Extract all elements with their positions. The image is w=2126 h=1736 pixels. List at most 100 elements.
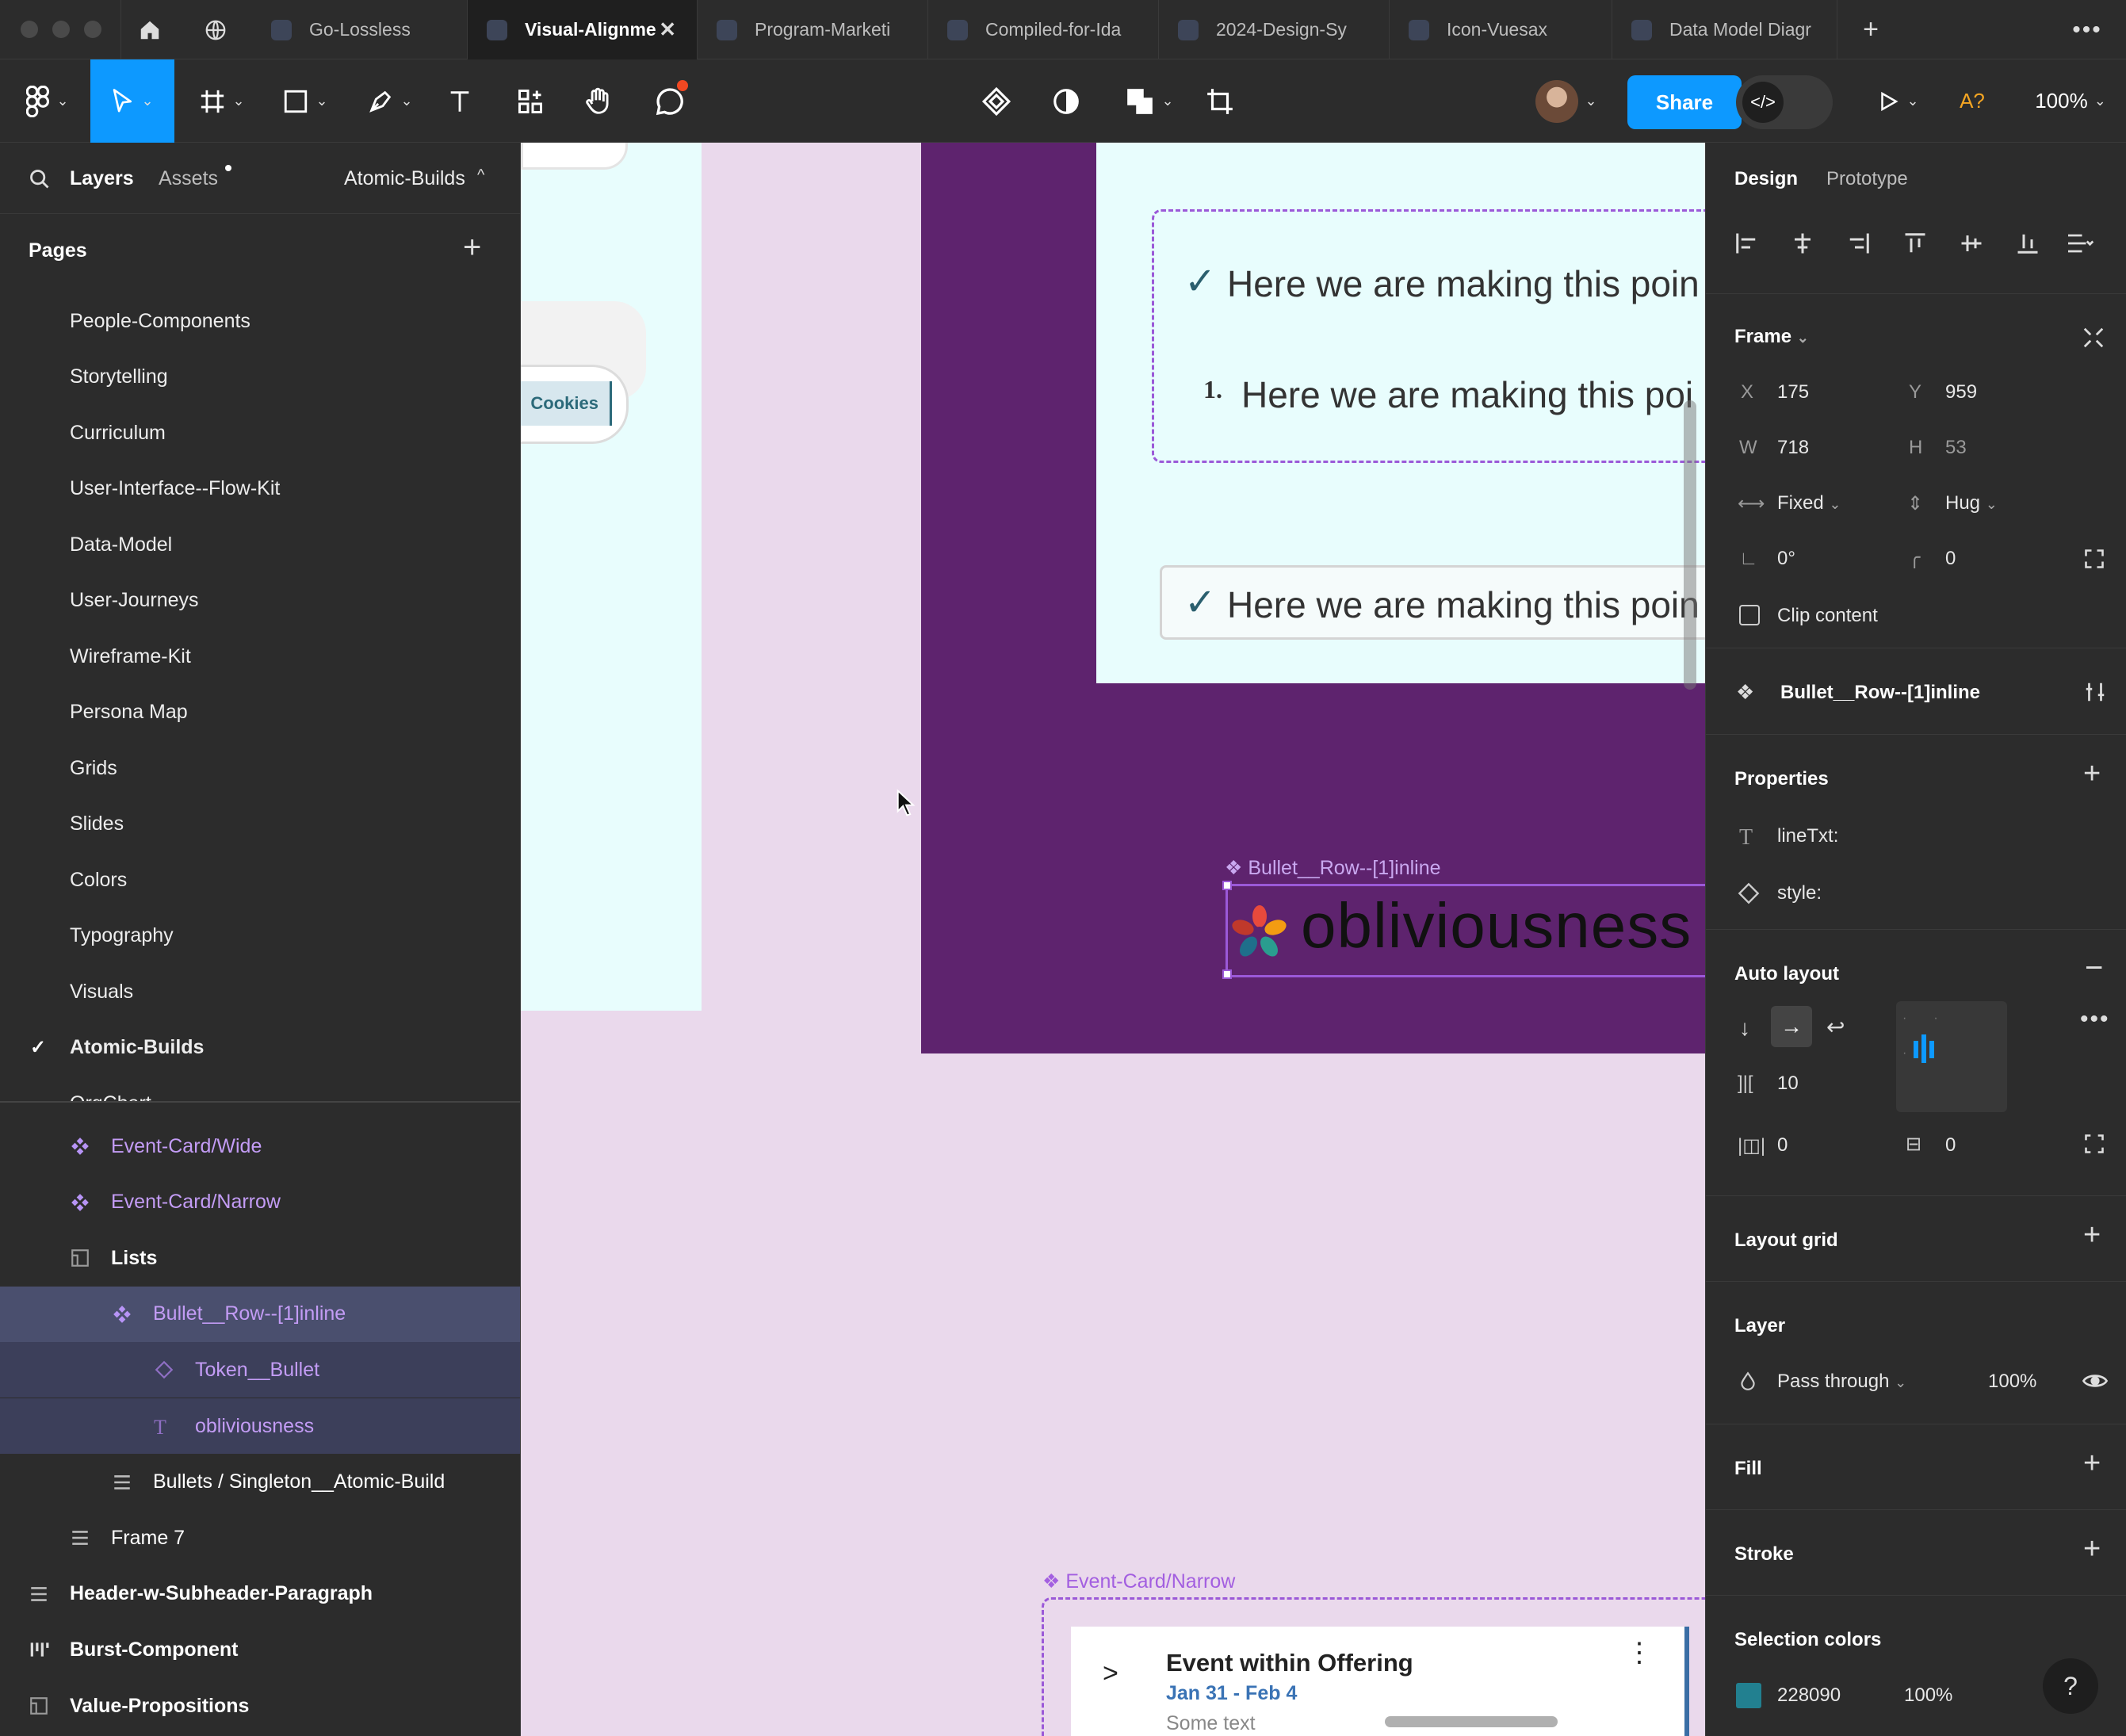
layer-item[interactable]: Bullets / Singleton__Atomic-Build	[0, 1455, 520, 1510]
independent-corners-icon[interactable]	[2083, 548, 2105, 570]
layer-item[interactable]: Burst-Component	[0, 1622, 520, 1677]
layer-opacity-input[interactable]: 100%	[1988, 1371, 2036, 1393]
page-item[interactable]: Data-Model	[0, 517, 520, 572]
tab-prototype[interactable]: Prototype	[1826, 168, 1908, 190]
shape-tool-button[interactable]: ⌄	[273, 59, 337, 143]
align-right-icon[interactable]	[1847, 231, 1871, 255]
chevron-right-icon[interactable]: >	[1103, 1658, 1118, 1689]
layer-item[interactable]: Value-Propositions	[0, 1678, 520, 1734]
vertical-direction-icon[interactable]: ↓	[1739, 1015, 1750, 1041]
layer-item[interactable]: Event-Card/Narrow	[0, 1175, 520, 1230]
width-input[interactable]: 718	[1777, 437, 1809, 459]
align-center-h-icon[interactable]	[1791, 231, 1814, 255]
tab-icon-vuesax[interactable]: Icon-Vuesax	[1390, 0, 1612, 59]
present-button[interactable]: ⌄	[1866, 59, 1929, 143]
crop-icon[interactable]	[1200, 59, 1240, 143]
frame-title[interactable]: Frame ⌄	[1734, 326, 1809, 348]
globe-icon[interactable]	[187, 0, 244, 59]
component-icon[interactable]	[977, 59, 1016, 143]
tab-assets[interactable]: Assets	[159, 167, 218, 190]
layer-item[interactable]: Tobliviousness	[0, 1398, 520, 1454]
tab-visual-alignment[interactable]: Visual-Alignme ✕	[468, 0, 698, 59]
new-tab-plus-icon[interactable]: +	[1852, 0, 1890, 59]
vertical-padding-input[interactable]: 0	[1945, 1134, 1956, 1157]
close-tab-icon[interactable]: ✕	[659, 17, 676, 42]
height-input[interactable]: 53	[1945, 437, 1967, 459]
canvas-scrollbar[interactable]	[1385, 1716, 1558, 1727]
page-item[interactable]: ✓ Atomic-Builds	[0, 1020, 520, 1076]
page-item[interactable]: User-Interface--Flow-Kit	[0, 461, 520, 517]
comment-tool-button[interactable]	[650, 59, 690, 143]
layer-item[interactable]: Token__Bullet	[0, 1342, 520, 1398]
page-item[interactable]: Grids	[0, 740, 520, 796]
layer-item[interactable]: Event-Card/Wide	[0, 1118, 520, 1174]
resize-handle-tl[interactable]	[1222, 881, 1232, 890]
window-maximize-dot[interactable]	[84, 21, 101, 38]
align-left-icon[interactable]	[1734, 231, 1758, 255]
page-switcher[interactable]: Atomic-Builds	[344, 167, 465, 190]
color-swatch[interactable]	[1736, 1683, 1761, 1708]
page-item[interactable]: User-Journeys	[0, 573, 520, 629]
page-item[interactable]: Storytelling	[0, 350, 520, 405]
home-icon[interactable]	[120, 0, 178, 59]
horizontal-padding-input[interactable]: 0	[1777, 1134, 1788, 1157]
more-vertical-icon[interactable]: ⋮	[1626, 1639, 1653, 1666]
page-item[interactable]: Persona Map	[0, 685, 520, 740]
missing-fonts-button[interactable]: A?	[1950, 59, 1994, 143]
page-item[interactable]: Wireframe-Kit	[0, 629, 520, 684]
dev-mode-toggle[interactable]: </>	[1736, 75, 1833, 129]
main-menu-button[interactable]: ⌄	[16, 59, 79, 143]
tab-2024-design-system[interactable]: 2024-Design-Sy	[1159, 0, 1390, 59]
tab-compiled-for-ida[interactable]: Compiled-for-Ida	[928, 0, 1159, 59]
remove-auto-layout-icon[interactable]: −	[2085, 950, 2103, 986]
more-options-icon[interactable]: •••	[2080, 1006, 2110, 1033]
move-tool-button[interactable]: ⌄	[90, 59, 174, 143]
add-page-plus-icon[interactable]: +	[463, 230, 481, 266]
frame-tool-button[interactable]: ⌄	[190, 59, 254, 143]
property-linetxt[interactable]: lineTxt:	[1777, 825, 1838, 847]
color-hex-input[interactable]: 228090	[1777, 1684, 1841, 1707]
cookies-button[interactable]: Cookies	[521, 365, 629, 444]
page-item[interactable]: Visuals	[0, 964, 520, 1019]
boolean-ops-button[interactable]: ⌄	[1118, 59, 1181, 143]
instance-name[interactable]: Bullet__Row--[1]inline	[1780, 682, 1980, 704]
color-opacity-input[interactable]: 100%	[1904, 1684, 1952, 1707]
layer-item[interactable]: Header-w-Subheader-Paragraph	[0, 1566, 520, 1622]
page-item[interactable]: Slides	[0, 797, 520, 852]
layer-item[interactable]: Frame 7	[0, 1510, 520, 1566]
tab-data-model-diagram[interactable]: Data Model Diagr	[1612, 0, 1837, 59]
zoom-menu-button[interactable]: 100% ⌄	[2023, 59, 2118, 143]
frame-scrollbar[interactable]	[1684, 400, 1696, 690]
clip-content-checkbox[interactable]	[1739, 605, 1760, 625]
layer-item[interactable]: Bullet__Row--[1]inline	[0, 1286, 520, 1342]
tab-design[interactable]: Design	[1734, 168, 1798, 190]
help-button[interactable]: ?	[2043, 1658, 2098, 1714]
visibility-eye-icon[interactable]	[2082, 1369, 2109, 1393]
design-canvas[interactable]: Cookies ✓ Here we are making this poin 1…	[521, 143, 1705, 1736]
instance-options-icon[interactable]	[2083, 680, 2107, 704]
add-stroke-plus-icon[interactable]: +	[2083, 1532, 2101, 1566]
align-center-v-icon[interactable]	[1960, 231, 1983, 255]
add-property-plus-icon[interactable]: +	[2083, 757, 2101, 791]
wrap-direction-icon[interactable]: ↩	[1826, 1014, 1845, 1040]
width-mode-select[interactable]: Fixed ⌄	[1777, 492, 1841, 514]
align-top-icon[interactable]	[1903, 231, 1927, 255]
add-layout-grid-plus-icon[interactable]: +	[2083, 1218, 2101, 1252]
distribute-icon[interactable]	[2066, 231, 2094, 255]
search-icon[interactable]	[29, 168, 51, 190]
text-tool-button[interactable]	[440, 59, 480, 143]
hand-tool-button[interactable]	[579, 59, 618, 143]
property-style[interactable]: style:	[1777, 882, 1822, 904]
selected-bullet-row[interactable]: obliviousness	[1222, 881, 1705, 979]
x-input[interactable]: 175	[1777, 381, 1809, 403]
independent-padding-icon[interactable]	[2083, 1133, 2105, 1155]
align-bottom-icon[interactable]	[2016, 231, 2040, 255]
page-item[interactable]: Typography	[0, 908, 520, 964]
rotation-input[interactable]: 0°	[1777, 548, 1795, 570]
tab-program-marketing[interactable]: Program-Marketi	[698, 0, 928, 59]
corner-radius-input[interactable]: 0	[1945, 548, 1956, 570]
gap-input[interactable]: 10	[1777, 1073, 1799, 1095]
add-fill-plus-icon[interactable]: +	[2083, 1447, 2101, 1481]
alignment-grid[interactable]: ·· ·	[1896, 1001, 2007, 1112]
horizontal-direction-icon[interactable]: →	[1771, 1006, 1812, 1047]
